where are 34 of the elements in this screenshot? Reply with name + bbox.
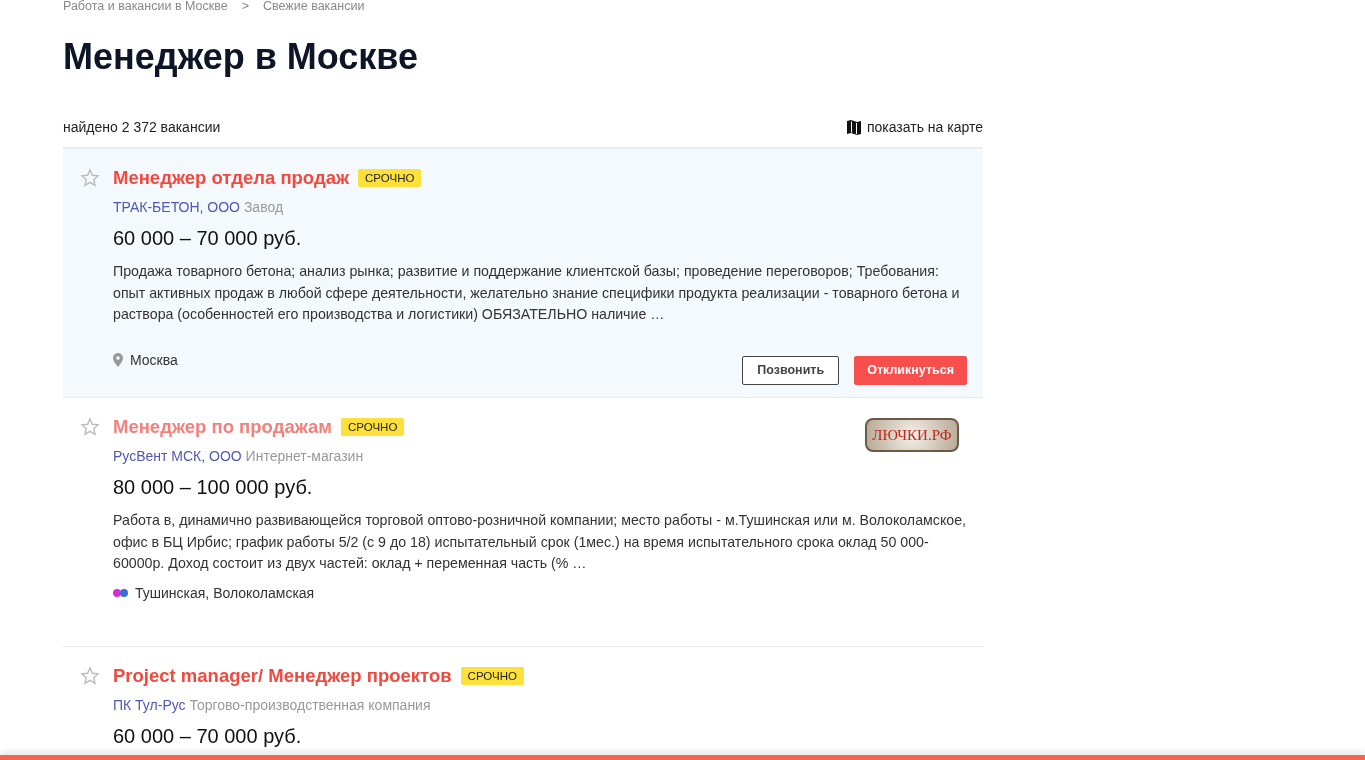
salary: 80 000 – 100 000 руб. xyxy=(113,476,314,499)
vacancy-title[interactable]: Project manager/ Менеджер проектов xyxy=(113,665,452,687)
star-icon[interactable] xyxy=(80,666,100,686)
respond-button[interactable]: Откликнуться xyxy=(854,355,967,385)
vacancy-card[interactable]: Project manager/ Менеджер проектов СРОЧНО ПК Тул-Рус Торгово-производственная компания 60 000 – 70 000 руб. xyxy=(63,647,983,760)
breadcrumb-link[interactable]: Работа и вакансии в Москве xyxy=(63,0,228,14)
company-link[interactable]: ТРАК-БЕТОН, ООО xyxy=(113,199,240,215)
location-text: Тушинская, Волоколамская xyxy=(135,584,315,601)
vacancy-card[interactable] xyxy=(63,149,983,397)
map-icon xyxy=(846,119,861,135)
salary: 60 000 – 70 000 руб. xyxy=(113,227,303,250)
breadcrumb-separator: > xyxy=(241,0,250,14)
company-link[interactable]: РусВент МСК, ООО xyxy=(113,448,242,464)
location-pin-icon xyxy=(113,353,123,367)
star-icon[interactable] xyxy=(80,168,100,188)
company-type: Завод xyxy=(243,199,284,215)
company-logo: ЛЮЧКИ.РФ xyxy=(865,418,959,452)
company-link[interactable]: ПК Тул-Рус xyxy=(113,697,186,713)
location-text: Москва xyxy=(130,352,178,368)
vacancy-description: Работа в, динамично развивающейся торговой оптово-розничной компании; место работы - м.Тушинская или м. Волоколамское, офис в БЦ Ирбис; график работы 5/2 (с 9 до 18) испытательный срок (1мес.) на время испытательного срока оклад 50 000-60000р. Доход состоит из двух частей: оклад + переменная часть (% … xyxy=(113,511,967,573)
star-icon[interactable] xyxy=(80,417,100,437)
salary: 60 000 – 70 000 руб. xyxy=(113,725,303,748)
company-type: Интернет-магазин xyxy=(245,448,364,464)
urgent-badge: СРОЧНО xyxy=(341,418,405,436)
company-type: Торгово-производственная компания xyxy=(189,697,431,713)
breadcrumb-link[interactable]: Свежие вакансии xyxy=(263,0,365,14)
page-title: Менеджер в Москве xyxy=(63,35,420,79)
show-on-map-link[interactable]: показать на карте xyxy=(866,119,983,135)
vacancy-description: Продажа товарного бетона; анализ рынка; развитие и поддержание клиентской базы; проведение переговоров; Требования: опыт активных продаж в любой сфере деятельности, желательно знание специфики продукта реализации - товарного бетона и раствора (особенностей его производства и логистики) ОБЯЗАТЕЛЬНО наличие … xyxy=(113,262,961,324)
urgent-badge: СРОЧНО xyxy=(460,667,524,685)
vacancy-title[interactable]: Менеджер отдела продаж xyxy=(113,167,350,189)
results-count: найдено 2 372 вакансии xyxy=(63,119,221,135)
call-button[interactable]: Позвонить xyxy=(742,355,840,385)
urgent-badge: СРОЧНО xyxy=(358,169,422,187)
